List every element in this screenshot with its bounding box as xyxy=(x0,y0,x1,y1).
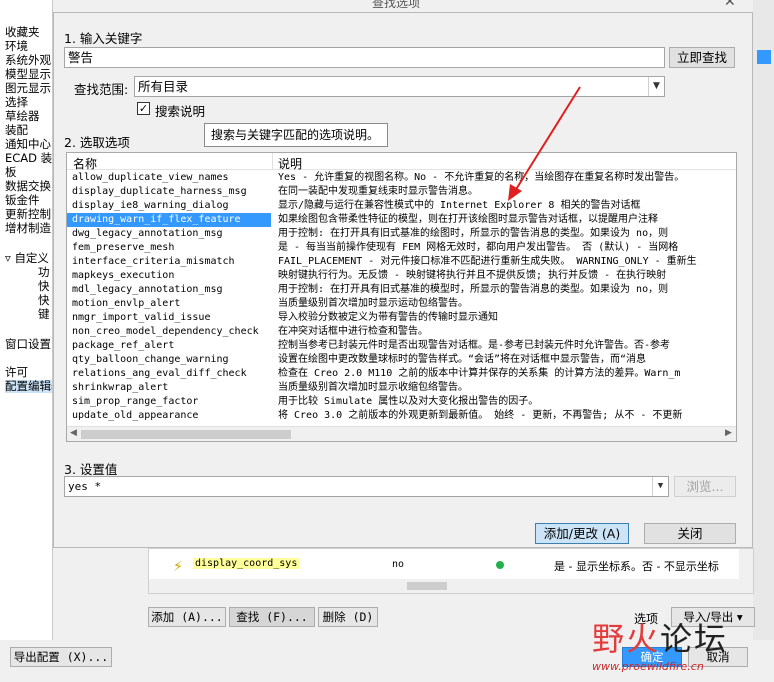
watermark-url: www.proewildfire.cn xyxy=(592,660,704,673)
watermark-logo: 野火论坛 xyxy=(592,614,728,660)
annotation-arrow xyxy=(508,86,581,201)
watermark-red: 野火 xyxy=(592,620,661,658)
watermark-dark: 论坛 xyxy=(660,620,729,658)
